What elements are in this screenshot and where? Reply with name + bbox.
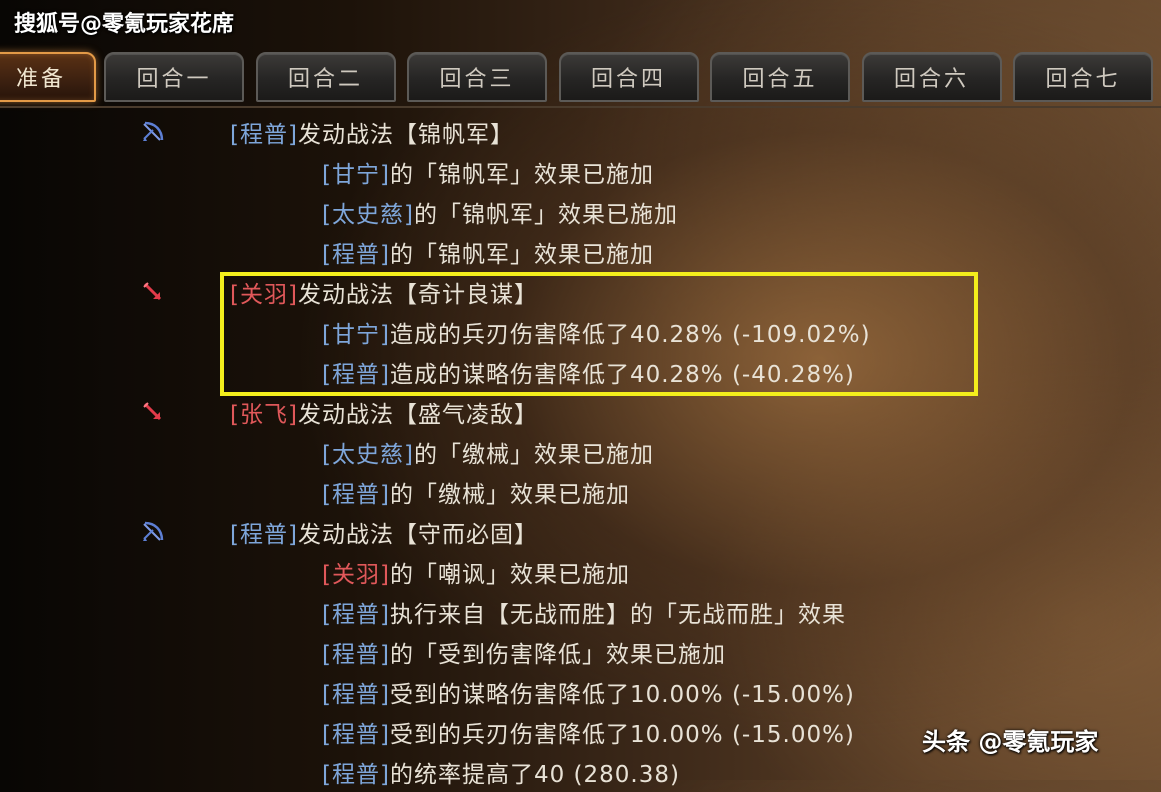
log-text: 受到的兵刃伤害降低了10.00% (-15.00%) [389,722,855,748]
red-arrow-icon [140,399,166,425]
tab-label: 回合一 [136,67,212,92]
log-line: [程普] 受到的兵刃伤害降低了10.00% (-15.00%) [322,712,855,752]
general-name: [程普] [230,522,298,548]
general-name: [程普] [322,602,390,628]
log-line: [太史慈] 的「缴械」效果已施加 [322,432,654,472]
tab-3[interactable]: 回合三 [407,52,547,102]
general-name: [程普] [322,242,390,268]
watermark-bottom: 头条 @零氪玩家 [922,728,1099,756]
log-line: [程普] 的「缴械」效果已施加 [322,472,630,512]
general-name: [程普] [322,642,390,668]
tab-7[interactable]: 回合七 [1013,52,1153,102]
general-name: [程普] [230,122,298,148]
general-name: [程普] [322,722,390,748]
general-name: [太史慈] [322,442,414,468]
tab-1[interactable]: 回合一 [104,52,244,102]
tab-label: 回合五 [742,67,818,92]
tab-label: 回合三 [439,67,515,92]
log-line: [太史慈] 的「锦帆军」效果已施加 [322,192,678,232]
tab-label: 回合七 [1045,67,1121,92]
log-line: [程普] 发动战法【守而必固】 [230,512,538,552]
tab-5[interactable]: 回合五 [710,52,850,102]
general-name: [甘宁] [322,162,390,188]
log-text: 受到的谋略伤害降低了10.00% (-15.00%) [389,682,855,708]
general-name: [关羽] [322,562,390,588]
general-name: [太史慈] [322,202,414,228]
log-text: 的「嘲讽」效果已施加 [389,562,630,588]
tab-label: 回合四 [590,67,666,92]
log-line: [程普] 受到的谋略伤害降低了10.00% (-15.00%) [322,672,855,712]
log-text: 发动战法【盛气凌敌】 [297,402,538,428]
log-text: 的「缴械」效果已施加 [413,442,654,468]
tab-label: 回合二 [287,67,363,92]
log-line: [程普] 的「受到伤害降低」效果已施加 [322,632,726,672]
highlight-box [220,272,978,396]
log-line: [程普] 的统率提高了40 (280.38) [322,752,680,792]
log-line: [甘宁] 的「锦帆军」效果已施加 [322,152,654,192]
log-text: 的「锦帆军」效果已施加 [413,202,678,228]
bow-icon [140,119,166,145]
log-text: 发动战法【守而必固】 [297,522,538,548]
bow-icon [140,519,166,545]
log-line: [程普] 发动战法【锦帆军】 [230,112,514,152]
general-name: [程普] [322,762,390,788]
tab-label: 回合六 [893,67,969,92]
tab-6[interactable]: 回合六 [861,52,1002,102]
log-line: [程普] 执行来自【无战而胜】的「无战而胜」效果 [322,592,846,632]
log-text: 的「缴械」效果已施加 [389,482,630,508]
tab-0[interactable]: 准备 [0,52,96,102]
red-arrow-icon [140,279,166,305]
tab-label: 准备 [15,67,66,92]
log-line: [关羽] 的「嘲讽」效果已施加 [322,552,630,592]
general-name: [程普] [322,482,390,508]
general-name: [程普] [322,682,390,708]
round-tab-bar: 准备 回合一 回合二 回合三 回合四 回合五 回合六 回合七 [0,50,1161,106]
log-text: 发动战法【锦帆军】 [297,122,514,148]
general-name: [张飞] [230,402,298,428]
log-text: 的统率提高了40 (280.38) [389,762,680,788]
log-text: 的「受到伤害降低」效果已施加 [389,642,726,668]
log-text: 的「锦帆军」效果已施加 [389,162,654,188]
tab-4[interactable]: 回合四 [558,52,699,102]
watermark-top: 搜狐号@零氪玩家花席 [14,12,235,37]
tab-2[interactable]: 回合二 [255,52,396,102]
log-line: [程普] 的「锦帆军」效果已施加 [322,232,654,272]
log-text: 执行来自【无战而胜】的「无战而胜」效果 [389,602,846,628]
log-line: [张飞] 发动战法【盛气凌敌】 [230,392,538,432]
tab-divider [0,106,1161,108]
log-text: 的「锦帆军」效果已施加 [389,242,654,268]
